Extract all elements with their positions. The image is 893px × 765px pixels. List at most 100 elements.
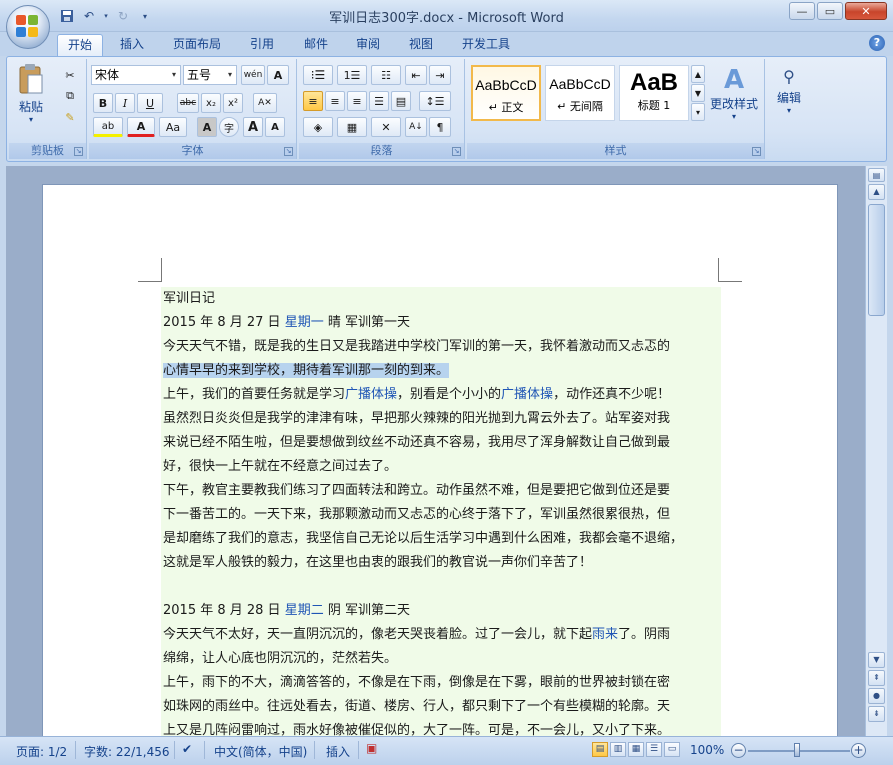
macro-record-icon[interactable]: ▣ xyxy=(366,741,377,755)
proofing-icon[interactable]: ✔ xyxy=(182,742,192,756)
align-right-icon[interactable]: ≡ xyxy=(347,91,367,111)
style-heading-1[interactable]: AaB 标题 1 xyxy=(619,65,689,121)
highlight-color-icon[interactable]: ab xyxy=(93,117,123,137)
zoom-level[interactable]: 100% xyxy=(690,743,724,757)
superscript-button[interactable]: x² xyxy=(223,93,243,113)
paragraph[interactable]: 今天天气不错，既是我的生日又是我踏进中学校门军训的第一天，我怀着激动而又忐忑的 xyxy=(163,335,721,359)
minimize-button[interactable]: — xyxy=(789,2,815,20)
paragraph[interactable]: 这就是军人般铁的毅力，在这里也由衷的跟我们的教官说一声你们辛苦了！ xyxy=(163,551,721,575)
paragraph[interactable]: 军训日记 xyxy=(163,287,721,311)
enclose-characters-icon[interactable]: 字 xyxy=(219,117,239,137)
italic-button[interactable]: I xyxy=(115,93,135,113)
shading-icon[interactable]: ◈ xyxy=(303,117,333,137)
paragraph[interactable]: 如珠网的雨丝中。往远处看去，街道、楼房、行人，都只剩下了一个有些模糊的轮廓。天 xyxy=(163,695,721,719)
styles-scroll-down-icon[interactable]: ▼ xyxy=(691,84,705,102)
paragraph[interactable]: 上又是几阵闷雷响过，雨水好像被催促似的，大了一阵。可是，不一会儿，又小了下来。 xyxy=(163,719,721,736)
font-size-combo[interactable]: 五号 ▾ xyxy=(183,65,237,85)
help-icon[interactable]: ? xyxy=(869,35,885,51)
document-page[interactable]: 军训日记 2015 年 8 月 27 日 星期一 晴 军训第一天 今天天气不错，既是… xyxy=(42,184,838,736)
clipboard-launcher-icon[interactable]: ↘ xyxy=(74,147,83,156)
vertical-scrollbar[interactable]: ▤ ▲ ▼ ⇞ ● ⇟ xyxy=(865,166,887,736)
clear-formatting-icon[interactable]: A✕ xyxy=(253,93,277,113)
change-case-button[interactable]: Aa xyxy=(159,117,187,137)
distributed-icon[interactable]: ▤ xyxy=(391,91,411,111)
scroll-down-icon[interactable]: ▼ xyxy=(868,652,885,668)
full-screen-reading-icon[interactable]: ▥ xyxy=(610,742,626,757)
underline-button[interactable]: U xyxy=(137,93,163,113)
draft-icon[interactable]: ▭ xyxy=(664,742,680,757)
word-count[interactable]: 字数: 22/1,456 xyxy=(84,743,170,760)
maximize-button[interactable]: ▭ xyxy=(817,2,843,20)
document-text[interactable]: 军训日记 2015 年 8 月 27 日 星期一 晴 军训第一天 今天天气不错，既是… xyxy=(161,287,721,736)
align-left-icon[interactable]: ≡ xyxy=(303,91,323,111)
strikethrough-button[interactable]: abc xyxy=(177,93,199,113)
zoom-slider-knob[interactable] xyxy=(794,743,800,757)
decrease-indent-icon[interactable]: ⇤ xyxy=(405,65,427,85)
tab-review[interactable]: 审阅 xyxy=(346,34,390,56)
copy-icon[interactable]: ⧉ xyxy=(59,86,81,106)
change-styles-button[interactable]: A 更改样式 ▾ xyxy=(707,65,761,121)
paragraph[interactable]: 上午，我们的首要任务就是学习广播体操，别看是个小小的广播体操，动作还真不少呢！ xyxy=(163,383,721,407)
print-layout-icon[interactable]: ▤ xyxy=(592,742,608,757)
paragraph[interactable]: 好，很快一上午就在不经意之间过去了。 xyxy=(163,455,721,479)
font-launcher-icon[interactable]: ↘ xyxy=(284,147,293,156)
scroll-thumb[interactable] xyxy=(868,204,885,316)
shrink-font-button[interactable]: A xyxy=(265,117,285,137)
phonetic-guide-icon[interactable]: wén xyxy=(241,65,265,85)
bullets-icon[interactable]: ⁝☰ xyxy=(303,65,333,85)
close-button[interactable]: ✕ xyxy=(845,2,887,20)
paragraph[interactable]: 下一番苦工的。一天下来，我那颗激动而又忐忑的心终于落下了，军训虽然很累很热，但 xyxy=(163,503,721,527)
page-count[interactable]: 页面: 1/2 xyxy=(16,743,67,760)
paragraph[interactable]: 是却磨练了我们的意志，我坚信自己无论以后生活学习中遇到什么困难，我都会毫不退缩， xyxy=(163,527,721,551)
paragraph[interactable]: 心情早早的来到学校，期待着军训那一刻的到来。 xyxy=(163,359,721,383)
tab-insert[interactable]: 插入 xyxy=(110,34,154,56)
office-button[interactable] xyxy=(6,5,50,49)
tab-view[interactable]: 视图 xyxy=(399,34,443,56)
character-border-icon[interactable]: A xyxy=(267,65,289,85)
chinese-layout-icon[interactable]: ✕ xyxy=(371,117,401,137)
styles-more-icon[interactable]: ▾ xyxy=(691,103,705,121)
show-marks-icon[interactable]: ¶ xyxy=(429,117,451,137)
paragraph[interactable]: 来说已经不陌生啦，但是要想做到纹丝不动还真不容易，我用尽了浑身解数让自己做到最 xyxy=(163,431,721,455)
paragraph-launcher-icon[interactable]: ↘ xyxy=(452,147,461,156)
outline-icon[interactable]: ☰ xyxy=(646,742,662,757)
sort-icon[interactable]: A↓ xyxy=(405,117,427,137)
font-color-icon[interactable]: A xyxy=(127,117,155,137)
zoom-in-icon[interactable]: + xyxy=(851,743,866,758)
editing-button[interactable]: ⚲ 编辑 ▾ xyxy=(769,65,809,115)
borders-icon[interactable]: ▦ xyxy=(337,117,367,137)
cut-icon[interactable]: ✂ xyxy=(59,65,81,85)
increase-indent-icon[interactable]: ⇥ xyxy=(429,65,451,85)
style-normal[interactable]: AaBbCcD ↵ 正文 xyxy=(471,65,541,121)
character-shading-icon[interactable]: A xyxy=(197,117,217,137)
ruler-toggle-icon[interactable]: ▤ xyxy=(868,168,885,182)
paragraph[interactable]: 下午，教官主要教我们练习了四面转法和跨立。动作虽然不难，但是要把它做到位还是要 xyxy=(163,479,721,503)
tab-page-layout[interactable]: 页面布局 xyxy=(163,34,231,56)
paragraph[interactable]: 2015 年 8 月 27 日 星期一 晴 军训第一天 xyxy=(163,311,721,335)
subscript-button[interactable]: x₂ xyxy=(201,93,221,113)
styles-launcher-icon[interactable]: ↘ xyxy=(752,147,761,156)
paragraph[interactable]: 虽然烈日炎炎但是我学的津津有味，早把那火辣辣的阳光抛到九霄云外去了。站军姿对我 xyxy=(163,407,721,431)
paragraph[interactable]: 2015 年 8 月 28 日 星期二 阴 军训第二天 xyxy=(163,599,721,623)
styles-scroll-up-icon[interactable]: ▲ xyxy=(691,65,705,83)
paste-button[interactable]: 粘贴 ▾ xyxy=(15,63,47,124)
tab-mailings[interactable]: 邮件 xyxy=(294,34,338,56)
bold-button[interactable]: B xyxy=(93,93,113,113)
align-center-icon[interactable]: ≡ xyxy=(325,91,345,111)
justify-icon[interactable]: ☰ xyxy=(369,91,389,111)
grow-font-button[interactable]: A xyxy=(243,117,263,137)
scroll-up-icon[interactable]: ▲ xyxy=(868,184,885,200)
multilevel-list-icon[interactable]: ☷ xyxy=(371,65,401,85)
browse-object-icon[interactable]: ● xyxy=(868,688,885,704)
next-page-icon[interactable]: ⇟ xyxy=(868,706,885,722)
zoom-out-icon[interactable]: − xyxy=(731,743,746,758)
language-indicator[interactable]: 中文(简体，中国) xyxy=(214,743,307,760)
paragraph[interactable]: 今天天气不太好，天一直阴沉沉的，像老天哭丧着脸。过了一会儿，就下起雨来了。阴雨 xyxy=(163,623,721,647)
insert-mode[interactable]: 插入 xyxy=(326,743,350,760)
format-painter-icon[interactable]: ✎ xyxy=(59,107,81,127)
tab-developer[interactable]: 开发工具 xyxy=(452,34,520,56)
paragraph[interactable]: 上午，雨下的不大，滴滴答答的，不像是在下雨，倒像是在下雾，眼前的世界被封锁在密 xyxy=(163,671,721,695)
font-name-combo[interactable]: 宋体 ▾ xyxy=(91,65,181,85)
paragraph[interactable] xyxy=(163,575,721,599)
numbering-icon[interactable]: 1☰ xyxy=(337,65,367,85)
